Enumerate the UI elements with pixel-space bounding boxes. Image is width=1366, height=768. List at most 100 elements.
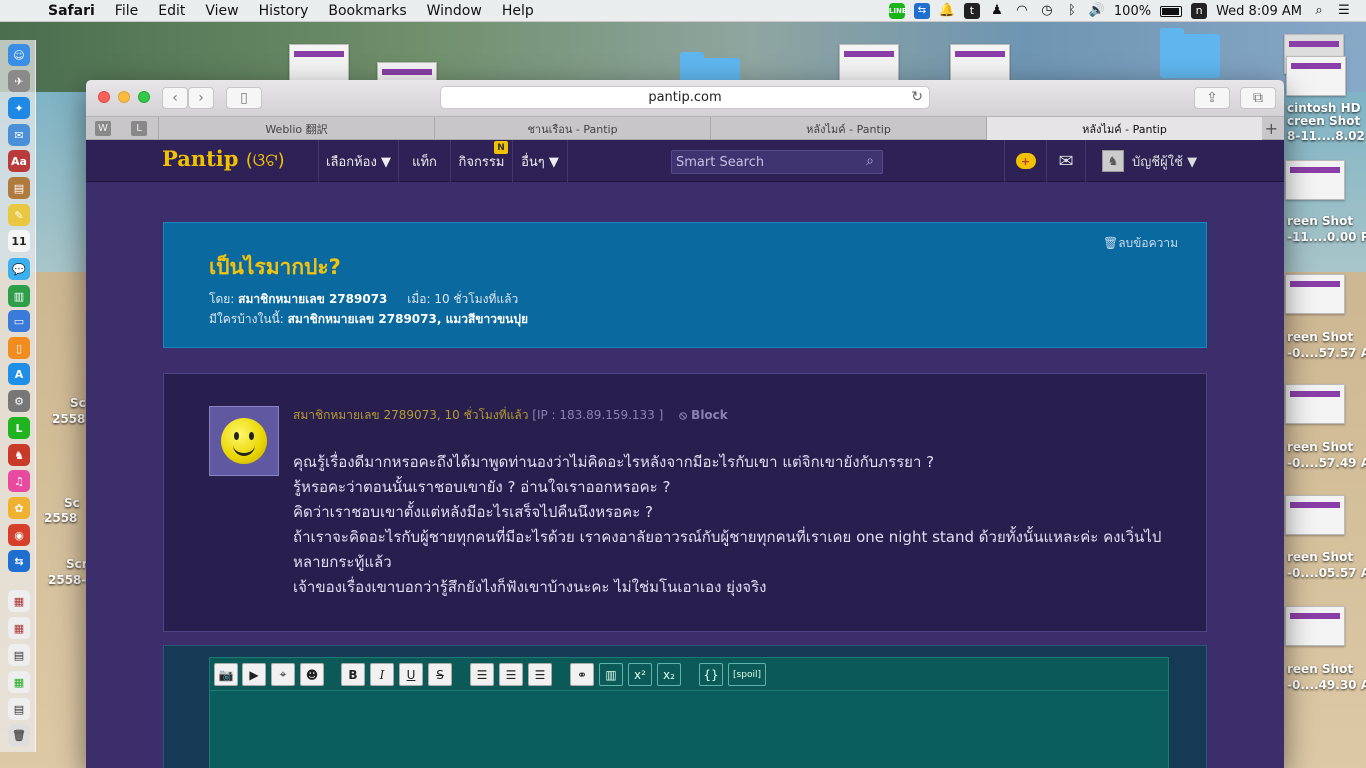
time-machine-icon[interactable]: ◷ bbox=[1039, 3, 1055, 19]
camera-icon[interactable]: 📷 bbox=[214, 663, 238, 686]
close-window-button[interactable] bbox=[98, 91, 110, 103]
align-center-button[interactable]: ☰ bbox=[499, 663, 523, 686]
emoji-icon[interactable]: ☻ bbox=[300, 663, 324, 686]
menu-file[interactable]: File bbox=[105, 3, 148, 19]
desktop-screenshot-icon[interactable] bbox=[1285, 606, 1345, 646]
nav-select-room[interactable]: เลือกห้อง ▼ bbox=[318, 140, 398, 182]
numbers-icon[interactable]: ▥ bbox=[8, 285, 30, 307]
chrome-icon[interactable]: ◉ bbox=[8, 524, 30, 546]
topic-author-link[interactable]: สมาชิกหมายเลข 2789073 bbox=[238, 292, 387, 306]
reload-icon[interactable]: ↻ bbox=[911, 89, 923, 105]
notification-bell-icon[interactable]: 🔔 bbox=[939, 3, 955, 19]
notion-icon[interactable]: n bbox=[1191, 3, 1208, 19]
desktop-screenshot-icon[interactable] bbox=[839, 44, 899, 84]
menu-edit[interactable]: Edit bbox=[148, 3, 195, 19]
contacts-icon[interactable]: ▤ bbox=[8, 177, 30, 199]
address-bar[interactable]: pantip.com ↻ bbox=[440, 86, 930, 109]
account-menu[interactable]: ♞ บัญชีผู้ใช้ ▼ bbox=[1102, 140, 1202, 182]
pinned-tab-weblio[interactable]: W bbox=[95, 121, 111, 136]
new-tab-button[interactable]: + bbox=[1265, 119, 1278, 138]
folder-icon[interactable] bbox=[1160, 28, 1220, 78]
notification-center-icon[interactable]: ☰ bbox=[1336, 3, 1352, 19]
share-button[interactable]: ⇪ bbox=[1194, 87, 1230, 109]
menu-help[interactable]: Help bbox=[492, 3, 544, 19]
dictionary-icon[interactable]: Aa bbox=[8, 150, 30, 172]
menu-bookmarks[interactable]: Bookmarks bbox=[318, 3, 416, 19]
photos-icon[interactable]: ✿ bbox=[8, 497, 30, 519]
text-app-icon[interactable]: t bbox=[963, 3, 980, 19]
desktop-screenshot-icon[interactable] bbox=[289, 44, 349, 84]
nav-tag[interactable]: แท็ก bbox=[398, 140, 450, 182]
subscript-button[interactable]: x₂ bbox=[657, 663, 681, 686]
desktop-screenshot-icon[interactable] bbox=[1285, 495, 1345, 535]
delete-message-link[interactable]: 🗑ลบข้อความ bbox=[1103, 234, 1178, 253]
document-icon[interactable]: ▦ bbox=[8, 590, 30, 612]
strikethrough-button[interactable]: S bbox=[428, 663, 452, 686]
link-icon[interactable]: ⚭ bbox=[570, 663, 594, 686]
system-preferences-icon[interactable]: ⚙ bbox=[8, 390, 30, 412]
teamviewer-icon[interactable]: ⇆ bbox=[8, 550, 30, 572]
align-right-button[interactable]: ☰ bbox=[528, 663, 552, 686]
align-left-button[interactable]: ☰ bbox=[470, 663, 494, 686]
nav-activity[interactable]: กิจกรรม N bbox=[450, 140, 512, 182]
pantip-logo[interactable]: Pantip (ଓଟ) bbox=[162, 146, 285, 171]
sidebar-toggle-button[interactable]: ▯ bbox=[226, 87, 262, 109]
safari-icon[interactable]: ✦ bbox=[8, 97, 30, 119]
notes-icon[interactable]: ✎ bbox=[8, 204, 30, 226]
menu-view[interactable]: View bbox=[195, 3, 248, 19]
code-button[interactable]: {} bbox=[699, 663, 723, 686]
spotlight-search-icon[interactable]: ⌕ bbox=[1311, 3, 1327, 19]
launchpad-icon[interactable]: ✈ bbox=[8, 70, 30, 92]
reply-textarea[interactable] bbox=[209, 691, 1169, 768]
finder-icon[interactable]: ☺ bbox=[8, 44, 30, 66]
game-icon[interactable]: ♞ bbox=[8, 444, 30, 466]
menu-window[interactable]: Window bbox=[417, 3, 492, 19]
video-icon[interactable]: ▶ bbox=[242, 663, 266, 686]
messages-button[interactable]: ✉ bbox=[1046, 140, 1086, 182]
desktop-screenshot-icon[interactable] bbox=[1285, 160, 1345, 200]
avatar[interactable] bbox=[209, 406, 279, 476]
pinned-tab-line[interactable]: L bbox=[131, 121, 147, 136]
document-icon[interactable]: ▦ bbox=[8, 617, 30, 639]
user-icon[interactable]: ♟ bbox=[989, 3, 1005, 19]
tab-weblio[interactable]: Weblio 翻訳 bbox=[158, 117, 434, 140]
app-store-icon[interactable]: A bbox=[8, 363, 30, 385]
forward-button[interactable]: › bbox=[188, 87, 214, 109]
document-icon[interactable]: ▤ bbox=[8, 698, 30, 720]
trash-icon[interactable]: 🗑 bbox=[8, 724, 30, 746]
minimize-window-button[interactable] bbox=[118, 91, 130, 103]
bluetooth-icon[interactable]: ᛒ bbox=[1064, 3, 1080, 19]
chat-button[interactable]: + bbox=[1004, 140, 1046, 182]
nav-more[interactable]: อื่นๆ ▼ bbox=[512, 140, 568, 182]
line-app-icon[interactable]: L bbox=[8, 417, 30, 439]
calendar-icon[interactable]: 11 bbox=[8, 230, 30, 252]
messages-icon[interactable]: 💬 bbox=[8, 258, 30, 280]
menu-history[interactable]: History bbox=[249, 3, 319, 19]
document-icon[interactable]: ▦ bbox=[8, 671, 30, 693]
desktop-screenshot-icon[interactable] bbox=[1285, 274, 1345, 314]
search-icon[interactable]: ⌕ bbox=[866, 153, 874, 169]
spoil-button[interactable]: [spoil] bbox=[728, 663, 766, 686]
bold-button[interactable]: B bbox=[341, 663, 365, 686]
line-status-icon[interactable]: LINE bbox=[888, 3, 907, 19]
smart-search-input[interactable]: Smart Search ⌕ bbox=[671, 150, 883, 174]
tab-langmai-active[interactable]: หลังไมค์ - Pantip bbox=[986, 117, 1262, 140]
block-button[interactable]: ⦸ Block bbox=[679, 408, 728, 422]
desktop-screenshot-icon[interactable] bbox=[950, 44, 1010, 84]
wifi-icon[interactable]: ◠ bbox=[1014, 3, 1030, 19]
tab-chanruean[interactable]: ชานเรือน - Pantip bbox=[434, 117, 710, 140]
desktop-screenshot-icon[interactable] bbox=[1286, 56, 1346, 96]
zoom-window-button[interactable] bbox=[138, 91, 150, 103]
teamviewer-status-icon[interactable]: ⇆ bbox=[913, 3, 930, 19]
desktop-screenshot-icon[interactable] bbox=[1285, 384, 1345, 424]
barcode-icon[interactable]: ▥ bbox=[599, 663, 623, 686]
back-button[interactable]: ‹ bbox=[162, 87, 188, 109]
comment-author-link[interactable]: สมาชิกหมายเลข 2789073 bbox=[293, 408, 437, 422]
menu-clock[interactable]: Wed 8:09 AM bbox=[1216, 4, 1302, 19]
location-icon[interactable]: ⌖ bbox=[271, 663, 295, 686]
tabs-overview-button[interactable]: ⧉ bbox=[1240, 87, 1276, 109]
menu-app[interactable]: Safari bbox=[38, 3, 105, 19]
mail-icon[interactable]: ✉ bbox=[8, 124, 30, 146]
itunes-icon[interactable]: ♫ bbox=[8, 470, 30, 492]
superscript-button[interactable]: x² bbox=[628, 663, 652, 686]
